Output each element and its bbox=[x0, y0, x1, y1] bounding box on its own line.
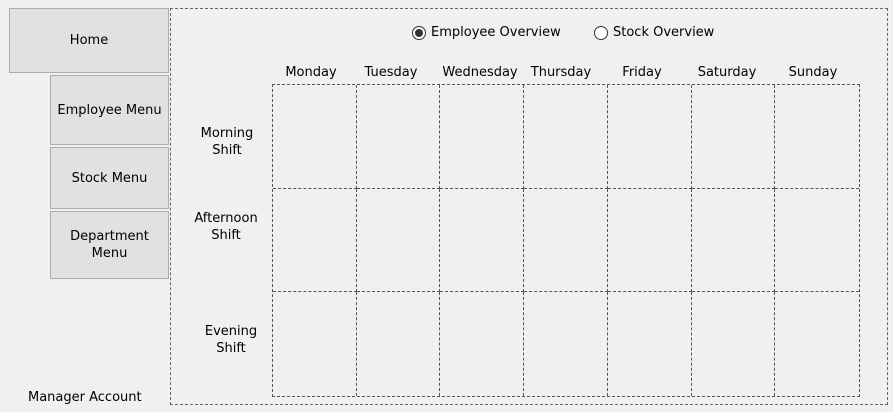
shift-label-morning: Morning Shift bbox=[200, 126, 254, 158]
employee-overview-label: Employee Overview bbox=[431, 25, 561, 40]
radio-circle-icon bbox=[412, 25, 426, 40]
schedule-cell[interactable] bbox=[524, 188, 608, 293]
day-header-sunday: Sunday bbox=[788, 65, 838, 80]
schedule-cell[interactable] bbox=[608, 292, 692, 396]
stock-overview-radio[interactable]: Stock Overview bbox=[594, 25, 714, 40]
home-button[interactable]: Home bbox=[9, 8, 169, 73]
schedule-cell[interactable] bbox=[524, 85, 608, 189]
stock-menu-button[interactable]: Stock Menu bbox=[50, 147, 169, 209]
day-header-tuesday: Tuesday bbox=[364, 65, 418, 80]
schedule-cell[interactable] bbox=[607, 85, 692, 189]
schedule-cell[interactable] bbox=[356, 85, 441, 189]
schedule-cell[interactable] bbox=[440, 85, 525, 189]
shift-label-evening: Evening Shift bbox=[204, 324, 258, 356]
schedule-cell[interactable] bbox=[440, 188, 525, 293]
schedule-cell[interactable] bbox=[524, 292, 608, 396]
day-header-wednesday: Wednesday bbox=[442, 65, 518, 80]
stock-overview-label: Stock Overview bbox=[613, 25, 715, 40]
day-header-monday: Monday bbox=[285, 65, 337, 80]
department-menu-button[interactable]: Department Menu bbox=[50, 211, 169, 279]
schedule-cell[interactable] bbox=[775, 189, 859, 293]
schedule-grid bbox=[272, 84, 860, 397]
employee-menu-button[interactable]: Employee Menu bbox=[50, 75, 169, 145]
day-header-saturday: Saturday bbox=[697, 65, 757, 80]
radio-circle-icon bbox=[594, 25, 608, 40]
manager-account-label: Manager Account bbox=[28, 390, 142, 405]
schedule-cell[interactable] bbox=[357, 292, 441, 396]
schedule-cell[interactable] bbox=[440, 292, 525, 396]
schedule-cell[interactable] bbox=[356, 188, 441, 293]
shift-label-afternoon: Afternoon Shift bbox=[194, 211, 258, 243]
day-header-friday: Friday bbox=[622, 65, 662, 80]
schedule-cell[interactable] bbox=[775, 292, 859, 396]
schedule-cell[interactable] bbox=[691, 188, 776, 293]
day-header-thursday: Thursday bbox=[530, 65, 592, 80]
schedule-cell[interactable] bbox=[273, 188, 357, 293]
schedule-cell[interactable] bbox=[273, 292, 357, 396]
schedule-cell[interactable] bbox=[691, 85, 776, 189]
schedule-cell[interactable] bbox=[775, 85, 859, 189]
schedule-cell[interactable] bbox=[607, 188, 692, 293]
schedule-cell[interactable] bbox=[273, 85, 357, 189]
schedule-cell[interactable] bbox=[692, 292, 776, 396]
employee-overview-radio[interactable]: Employee Overview bbox=[412, 25, 561, 40]
radio-selected-dot-icon bbox=[415, 28, 423, 37]
